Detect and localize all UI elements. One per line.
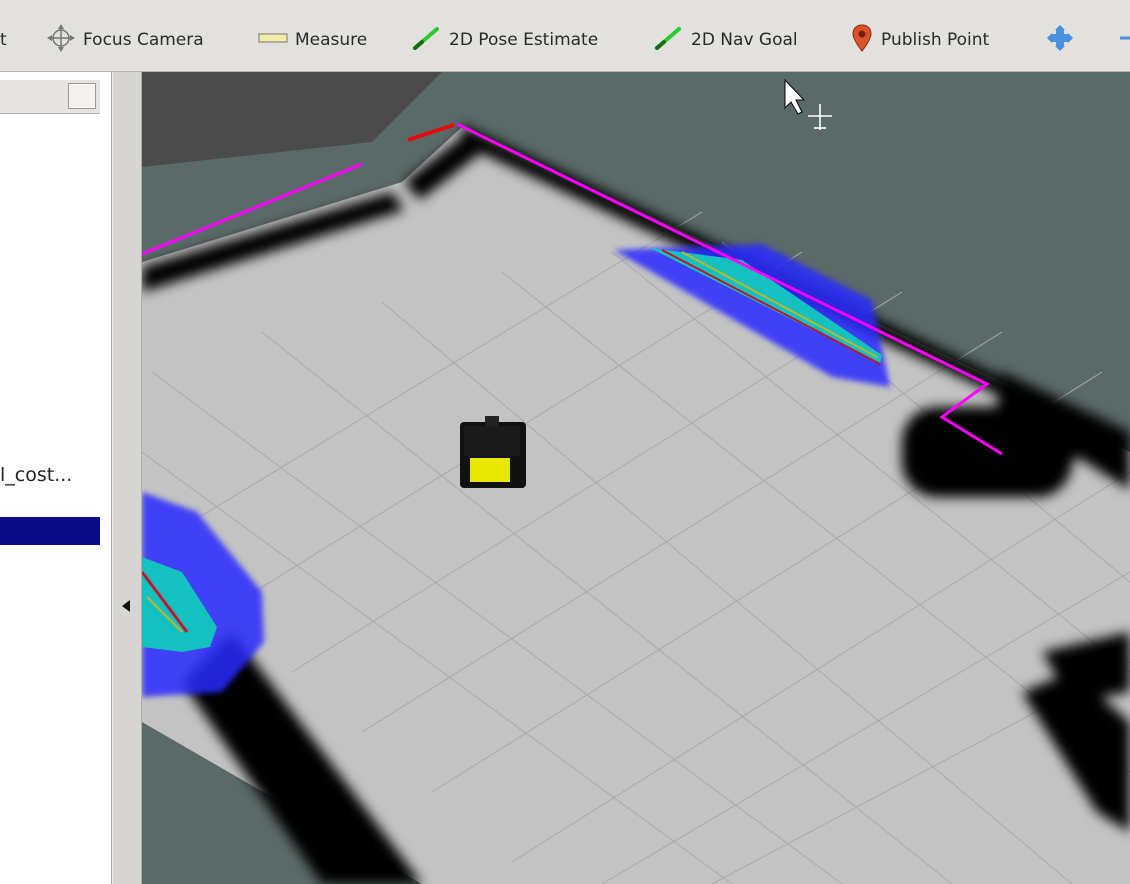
rviz-toolbar: t Focus Camera Measure 2D Pose Estimate … — [0, 0, 1130, 72]
panel-float-button[interactable] — [68, 83, 96, 109]
panel-splitter[interactable] — [112, 72, 142, 884]
overflow-tool[interactable] — [1118, 26, 1130, 54]
publish-point-label: Publish Point — [881, 30, 990, 50]
move-camera-tool[interactable] — [1046, 24, 1081, 57]
map-pin-icon — [850, 23, 874, 58]
display-item-label[interactable]: l_cost... — [0, 464, 72, 486]
measure-tool[interactable]: Measure — [258, 26, 367, 54]
displays-panel: l_cost... — [0, 72, 112, 884]
pose-estimate-tool[interactable]: 2D Pose Estimate — [412, 26, 598, 54]
measure-label: Measure — [295, 30, 368, 50]
robot-model — [460, 416, 526, 488]
map-scene — [142, 72, 1130, 884]
overflow-arrow-icon — [1118, 30, 1130, 50]
focus-camera-label: Focus Camera — [83, 30, 204, 50]
3d-viewport[interactable] — [142, 72, 1130, 884]
crosshair-icon — [46, 23, 76, 58]
panel-header — [0, 80, 100, 114]
publish-point-tool[interactable]: Publish Point — [850, 23, 990, 54]
move-arrows-icon — [1046, 24, 1074, 57]
tool-partial-label: t — [0, 30, 7, 50]
pose-estimate-label: 2D Pose Estimate — [449, 30, 599, 50]
green-arrow-icon — [654, 25, 684, 56]
collapse-arrow-icon[interactable] — [122, 600, 130, 612]
selected-display-row[interactable] — [0, 517, 100, 545]
focus-camera-tool[interactable]: Focus Camera — [46, 23, 204, 54]
nav-goal-label: 2D Nav Goal — [691, 30, 798, 50]
ruler-icon — [258, 30, 288, 50]
nav-goal-tool[interactable]: 2D Nav Goal — [654, 26, 798, 54]
tool-partial[interactable]: t — [0, 26, 7, 54]
green-arrow-icon — [412, 25, 442, 56]
